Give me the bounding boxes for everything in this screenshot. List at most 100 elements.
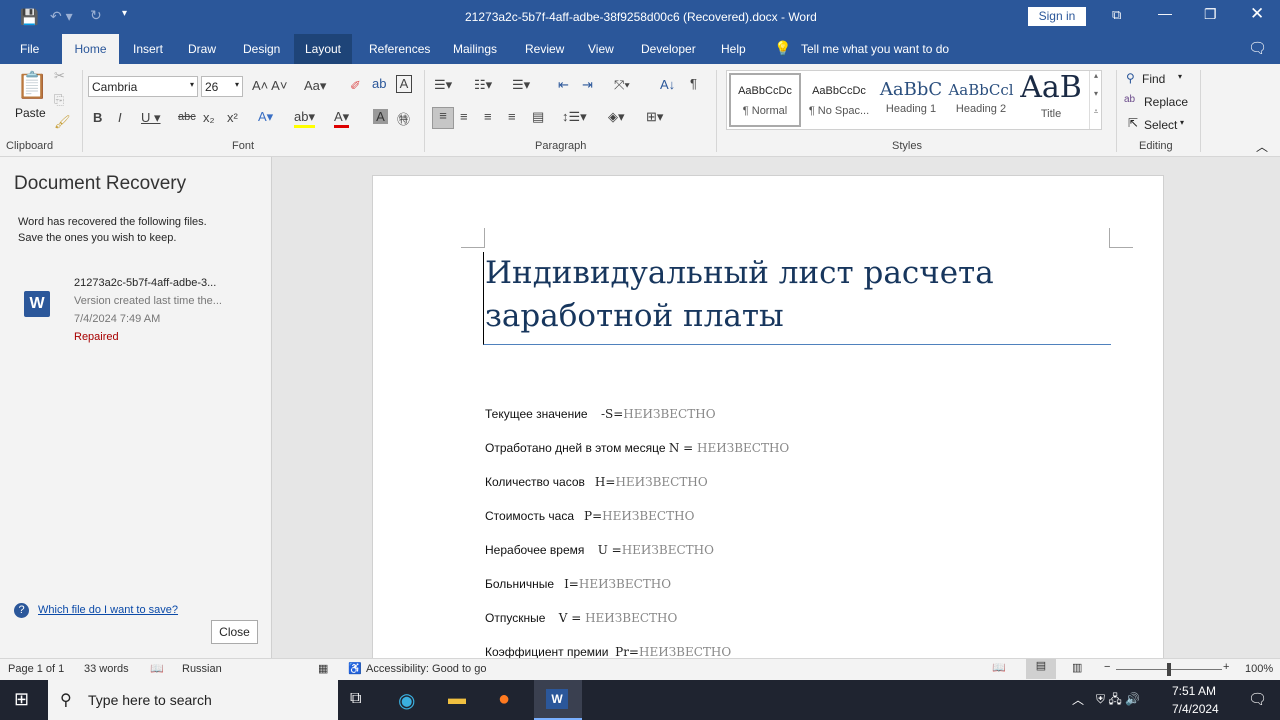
restore-button[interactable]: ❐ (1204, 6, 1217, 23)
taskbar-search[interactable]: ⚲ Type here to search (48, 680, 338, 720)
tab-references[interactable]: References (361, 34, 438, 64)
text-effects-icon[interactable]: A▾ (258, 109, 273, 125)
numbering-icon[interactable]: ☷▾ (474, 77, 492, 93)
distributed-button[interactable]: ▤ (532, 109, 544, 125)
close-window-button[interactable]: ✕ (1250, 4, 1264, 24)
find-button[interactable]: Find (1142, 72, 1165, 86)
text-direction-icon[interactable]: ⤧▾ (614, 77, 630, 93)
superscript-button[interactable]: x² (227, 110, 238, 125)
font-name-select[interactable]: Cambria ▾ (88, 76, 198, 97)
web-layout-icon[interactable]: ▥ (1072, 661, 1082, 674)
zoom-level[interactable]: 100% (1245, 663, 1273, 675)
file-explorer-icon[interactable]: ▬ (448, 688, 466, 709)
phonetic-guide-icon[interactable]: ab (372, 76, 386, 91)
tab-draw[interactable]: Draw (180, 34, 224, 64)
font-color-icon[interactable]: A▾ (334, 109, 350, 128)
firefox-icon[interactable]: ● (498, 688, 510, 711)
collapse-ribbon-icon[interactable]: ︿ (1256, 138, 1268, 155)
edge-icon[interactable]: ◉ (398, 688, 415, 713)
justify-button[interactable]: ≡ (508, 109, 516, 124)
decrease-indent-icon[interactable]: ⇤ (558, 77, 569, 93)
align-left-button[interactable]: ≡ (432, 107, 454, 129)
start-button[interactable]: ⊞ (14, 689, 29, 710)
cut-icon[interactable]: ✂ (54, 68, 65, 84)
zoom-slider-thumb[interactable] (1167, 663, 1171, 676)
task-view-icon[interactable]: ⧉ (350, 690, 361, 708)
character-border-icon[interactable]: A (396, 75, 412, 93)
tab-design[interactable]: Design (235, 34, 288, 64)
save-icon[interactable]: 💾 (20, 8, 39, 26)
read-mode-icon[interactable]: 📖 (992, 661, 1006, 674)
notifications-icon[interactable]: 🗨 (1248, 690, 1267, 708)
grow-font-icon[interactable]: A˄ A˅ (252, 78, 287, 93)
close-pane-button[interactable]: Close (211, 620, 258, 644)
recovered-file-item[interactable]: W 21273a2c-5b7f-4aff-adbe-3... Version c… (10, 271, 262, 347)
align-right-button[interactable]: ≡ (484, 109, 492, 124)
style-heading-2[interactable]: AaBbCcl Heading 2 (945, 73, 1017, 127)
proofing-icon[interactable]: 📖 (150, 662, 164, 675)
tab-layout[interactable]: Layout (294, 34, 352, 64)
multilevel-list-icon[interactable]: ☰▾ (512, 77, 530, 93)
accessibility-status[interactable]: Accessibility: Good to go (366, 663, 486, 675)
bullets-icon[interactable]: ☰▾ (434, 77, 452, 93)
clock-time[interactable]: 7:51 AM (1172, 684, 1216, 698)
show-formatting-icon[interactable]: ¶ (690, 76, 697, 91)
strikethrough-button[interactable]: abc (178, 111, 196, 123)
borders-icon[interactable]: ⊞▾ (646, 109, 663, 125)
document-page[interactable]: Индивидуальный лист расчета заработной п… (372, 175, 1164, 665)
tab-home[interactable]: Home (62, 34, 119, 64)
style-no-spacing[interactable]: AaBbCcDc ¶ No Spac... (803, 73, 875, 127)
character-shading-icon[interactable]: A (373, 109, 388, 124)
tab-review[interactable]: Review (517, 34, 572, 64)
zoom-in-button[interactable]: + (1223, 661, 1229, 673)
subscript-button[interactable]: x₂ (203, 110, 215, 125)
replace-button[interactable]: Replace (1144, 95, 1188, 109)
increase-indent-icon[interactable]: ⇥ (582, 77, 593, 93)
underline-button[interactable]: U ▾ (141, 110, 161, 126)
sign-in-button[interactable]: Sign in (1028, 7, 1086, 26)
paste-button[interactable]: Paste (15, 106, 46, 120)
zoom-out-button[interactable]: − (1104, 661, 1110, 673)
paste-icon[interactable]: 📋 (16, 70, 48, 101)
shading-icon[interactable]: ◈▾ (608, 109, 625, 125)
undo-icon[interactable]: ↶ ▾ (50, 8, 73, 25)
copy-icon[interactable]: ⎘ (54, 92, 64, 108)
clock-date[interactable]: 7/4/2024 (1172, 702, 1219, 716)
tab-mailings[interactable]: Mailings (445, 34, 505, 64)
macro-icon[interactable]: ▦ (318, 662, 328, 675)
comments-icon[interactable]: 🗨 (1248, 39, 1267, 57)
sort-icon[interactable]: A↓ (660, 77, 675, 92)
ribbon-display-icon[interactable]: ⧉ (1112, 7, 1121, 23)
clear-formatting-icon[interactable]: ✐ (350, 78, 361, 94)
enclose-characters-icon[interactable]: ㊕ (397, 109, 410, 128)
page-count[interactable]: Page 1 of 1 (8, 663, 64, 675)
tab-developer[interactable]: Developer (633, 34, 704, 64)
redo-icon[interactable]: ↻ (90, 7, 102, 24)
align-center-button[interactable]: ≡ (460, 109, 468, 124)
select-button[interactable]: Select (1144, 118, 1177, 132)
tab-help[interactable]: Help (713, 34, 754, 64)
highlight-color-icon[interactable]: ab▾ (294, 109, 315, 128)
font-size-select[interactable]: 26 ▾ (201, 76, 243, 97)
tab-view[interactable]: View (580, 34, 622, 64)
format-painter-icon[interactable]: 🖌 (54, 114, 71, 130)
change-case-icon[interactable]: Aa▾ (304, 78, 326, 94)
style-title[interactable]: AaB Title (1015, 71, 1087, 125)
style-heading-1[interactable]: AaBbC Heading 1 (875, 73, 947, 127)
bold-button[interactable]: B (93, 110, 102, 125)
customize-qat-icon[interactable]: ▾ (122, 8, 127, 19)
line-spacing-icon[interactable]: ↕☰▾ (562, 109, 587, 125)
tray-chevron-icon[interactable]: ︿ (1072, 691, 1084, 708)
tell-me-search[interactable]: Tell me what you want to do (801, 42, 949, 56)
minimize-button[interactable]: — (1158, 5, 1172, 21)
tab-insert[interactable]: Insert (125, 34, 171, 64)
styles-scroll[interactable]: ▴ ▾ ⩡ (1089, 71, 1102, 129)
tray-icons[interactable]: ⛨ 🖧 🔊 (1096, 690, 1140, 711)
language[interactable]: Russian (182, 663, 222, 675)
help-link[interactable]: Which file do I want to save? (38, 604, 178, 616)
style-normal[interactable]: AaBbCcDc ¶ Normal (729, 73, 801, 127)
word-count[interactable]: 33 words (84, 663, 129, 675)
italic-button[interactable]: I (118, 110, 122, 125)
tab-file[interactable]: File (12, 34, 47, 64)
word-taskbar-button[interactable]: W (534, 680, 582, 720)
